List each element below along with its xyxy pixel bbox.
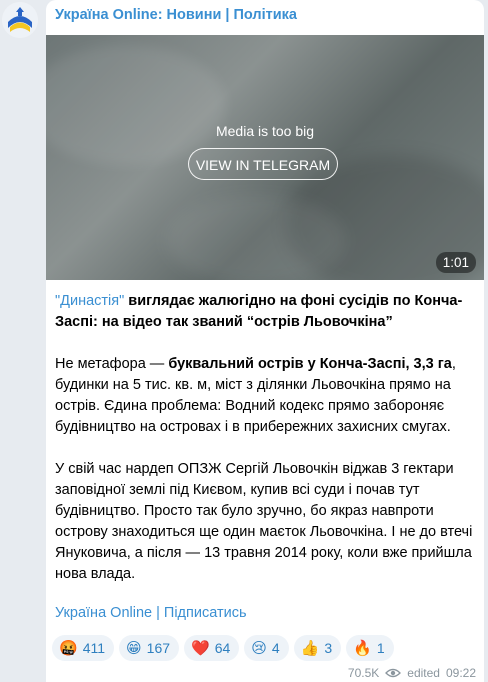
post-text: "Династія" виглядає жалюгідно на фоні су… xyxy=(55,291,475,606)
message-bubble: Україна Online: Новини | Політика Media … xyxy=(46,0,484,682)
post-paragraph-2: У свій час нардеп ОПЗЖ Сергій Льовочкін … xyxy=(55,461,473,582)
reaction-count: 411 xyxy=(82,640,106,656)
view-count: 70.5K xyxy=(347,666,380,680)
view-in-telegram-button[interactable]: VIEW IN TELEGRAM xyxy=(188,148,338,180)
reaction-cry[interactable]: 😢 4 xyxy=(244,635,289,661)
edited-label: edited xyxy=(407,666,440,680)
reaction-heart[interactable]: ❤️ 64 xyxy=(184,635,240,661)
message-time: 09:22 xyxy=(445,666,476,680)
video-duration: 1:01 xyxy=(435,252,476,273)
message-meta: 70.5K edited 09:22 xyxy=(348,666,476,680)
angry-face-icon: 🤬 xyxy=(59,639,78,657)
reaction-count: 1 xyxy=(376,640,385,656)
reaction-angry[interactable]: 🤬 411 xyxy=(52,635,115,661)
eye-icon xyxy=(385,668,402,678)
subscribe-link[interactable]: Україна Online | Підписатись xyxy=(55,605,247,621)
reaction-fire[interactable]: 🔥 1 xyxy=(346,635,394,661)
reaction-thumbs-up[interactable]: 👍 3 xyxy=(293,635,342,661)
reaction-count: 4 xyxy=(271,640,280,656)
reaction-count: 167 xyxy=(146,640,171,656)
media-too-big-message: Media is too big xyxy=(215,123,315,139)
channel-avatar[interactable] xyxy=(2,2,38,38)
grinning-face-icon: 😁 xyxy=(126,639,142,657)
reaction-count: 64 xyxy=(214,640,231,656)
post-title: "Династія" виглядає жалюгідно на фоні су… xyxy=(55,291,475,333)
reaction-grin[interactable]: 😁 167 xyxy=(119,635,180,661)
dynasty-link[interactable]: "Династія" xyxy=(55,293,124,309)
heart-icon: ❤️ xyxy=(191,639,210,657)
post-paragraph-1: Не метафора — буквальний острів у Конча-… xyxy=(55,354,475,438)
ukraine-online-logo-icon xyxy=(2,2,38,38)
p1-bold: буквальний острів у Конча-Заспі, 3,3 га xyxy=(168,356,452,372)
fire-icon: 🔥 xyxy=(353,639,372,657)
video-preview[interactable]: Media is too big VIEW IN TELEGRAM 1:01 xyxy=(46,35,484,280)
thumbs-up-icon: 👍 xyxy=(300,639,320,657)
reactions-bar: 🤬 411 😁 167 ❤️ 64 😢 4 👍 3 🔥 1 xyxy=(52,635,394,661)
crying-face-icon: 😢 xyxy=(251,639,267,657)
channel-name[interactable]: Україна Online: Новини | Політика xyxy=(55,7,297,23)
p1-prefix: Не метафора — xyxy=(55,356,169,372)
reaction-count: 3 xyxy=(324,640,333,656)
